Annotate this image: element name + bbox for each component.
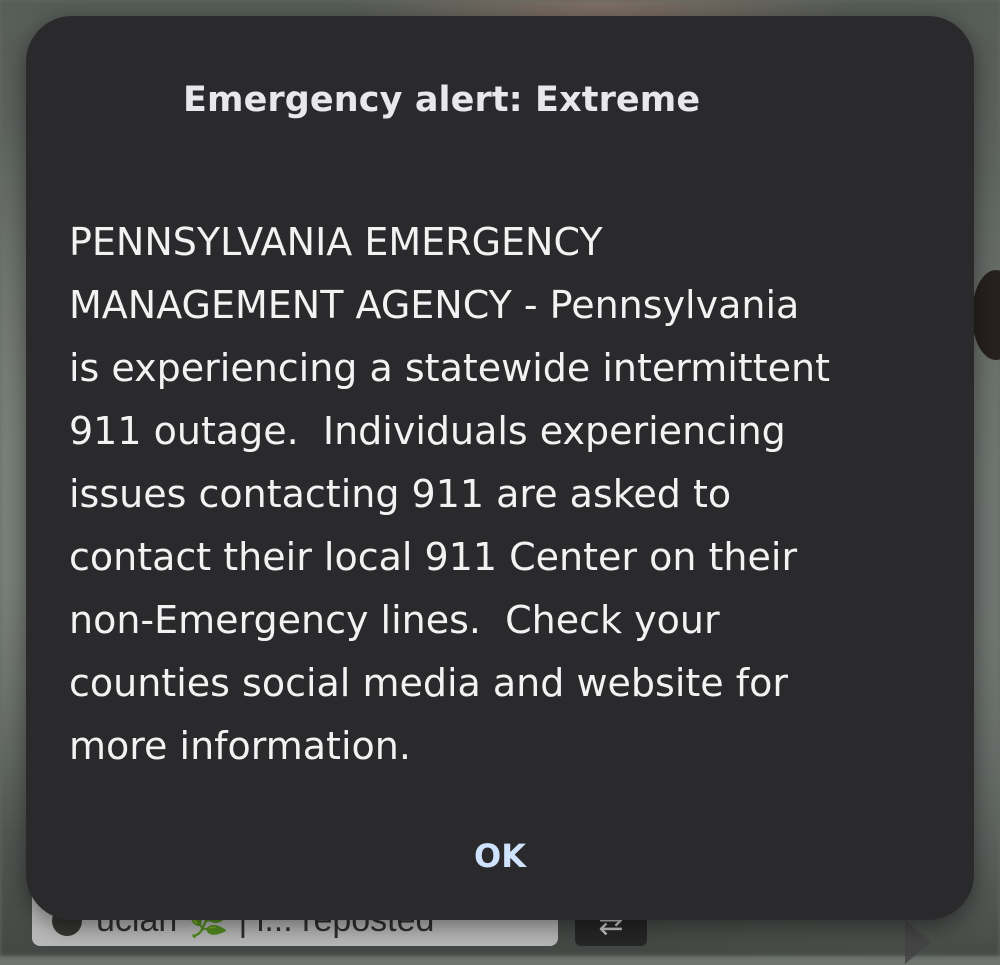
dialog-title: Emergency alert: Extreme bbox=[183, 80, 701, 120]
emergency-alert-dialog: Emergency alert: Extreme PENNSYLVANIA EM… bbox=[26, 16, 974, 920]
ok-button[interactable]: OK bbox=[450, 824, 550, 888]
alert-message: PENNSYLVANIA EMERGENCY MANAGEMENT AGENCY… bbox=[69, 220, 830, 768]
